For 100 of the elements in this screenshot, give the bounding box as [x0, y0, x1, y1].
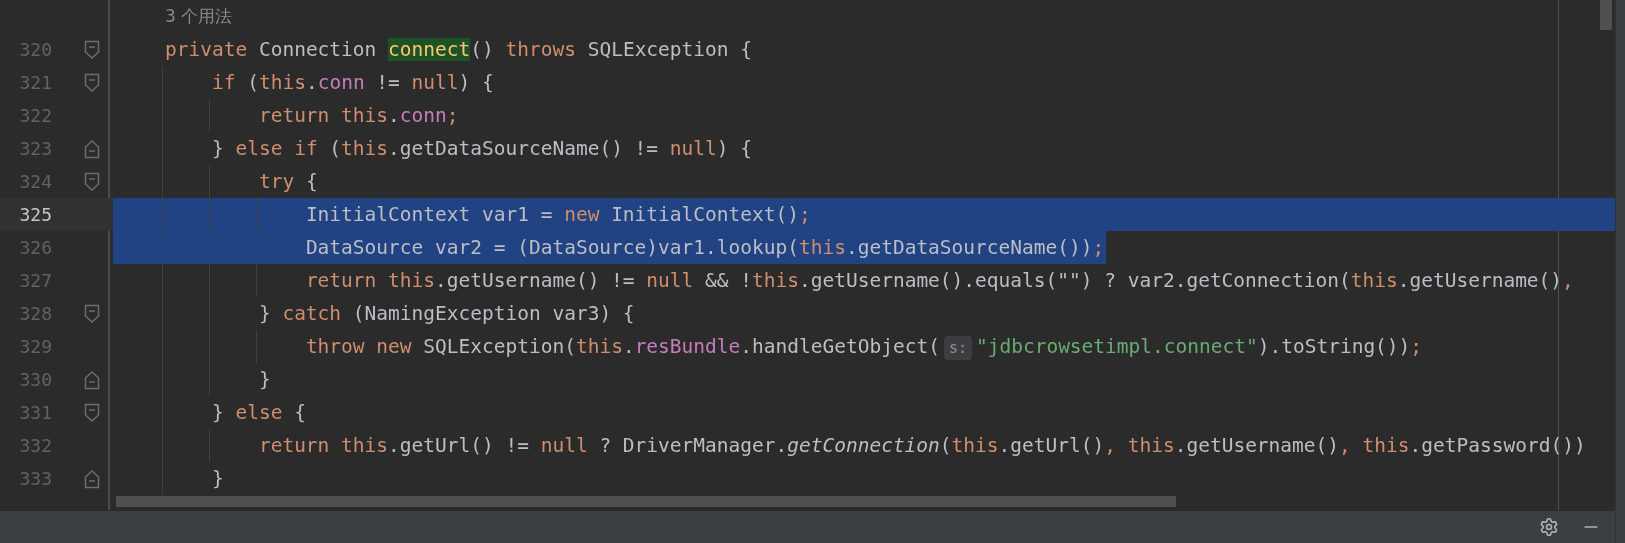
keyword: ;	[446, 104, 459, 127]
code-text: InitialContext()	[611, 203, 799, 226]
code-text: SQLException(	[423, 335, 576, 358]
keyword: return this	[305, 269, 435, 292]
code-text: }	[258, 302, 272, 325]
code-text: ) {	[716, 137, 753, 160]
fold-icon[interactable]	[84, 138, 100, 159]
code-text: }	[211, 467, 224, 490]
keyword: else if	[235, 137, 319, 160]
keyword: null	[646, 269, 695, 292]
code-text: .handleGetObject(	[740, 335, 940, 358]
code-text: ) {	[458, 71, 494, 94]
keyword: throws	[505, 38, 577, 61]
fold-icon[interactable]	[84, 39, 100, 60]
code-text: (	[329, 137, 342, 160]
fold-icon[interactable]	[84, 72, 100, 93]
code-text: InitialContext var1 =	[305, 203, 554, 226]
code-text: .	[305, 71, 318, 94]
keyword: return this	[258, 104, 389, 127]
keyword: null	[540, 434, 589, 457]
code-text: .getUsername() !=	[435, 269, 636, 292]
keyword: ;	[1092, 236, 1105, 259]
fold-icon[interactable]	[84, 468, 100, 489]
fold-icon[interactable]	[84, 402, 100, 423]
field-name: conn	[317, 71, 365, 94]
code-text: (	[247, 71, 259, 94]
fold-icon[interactable]	[84, 303, 100, 324]
line-number: 322	[18, 104, 52, 128]
line-number: 324	[18, 170, 52, 194]
code-text: .getUrl() !=	[388, 434, 530, 457]
parameter-hint: s:	[943, 335, 972, 360]
code-text: .getDataSourceName())	[845, 236, 1093, 259]
code-text: (	[939, 434, 952, 457]
keyword: this	[575, 335, 623, 358]
keyword: null	[411, 71, 459, 94]
string-literal: "jdbcrowsetimpl.connect"	[975, 335, 1258, 358]
usage-highlight: connect	[388, 38, 471, 61]
method-name: getConnection	[787, 434, 940, 457]
code-text: SQLException {	[587, 38, 753, 61]
line-number: 326	[18, 236, 52, 260]
line-number: 321	[18, 71, 52, 95]
keyword: throw new	[305, 335, 413, 358]
code-text: {	[294, 401, 306, 424]
fold-icon[interactable]	[84, 171, 100, 192]
horizontal-scrollbar[interactable]	[116, 496, 1176, 507]
keyword: ;	[1410, 335, 1423, 358]
fold-icon[interactable]	[84, 369, 100, 390]
code-text: .getUsername()	[1397, 269, 1563, 292]
code-text: && !	[705, 269, 752, 292]
keyword: catch	[282, 302, 343, 325]
line-number: 325	[18, 203, 52, 227]
code-text: .getUrl()	[998, 434, 1105, 457]
keyword: try	[258, 170, 296, 193]
keyword: this	[951, 434, 999, 457]
line-number: 330	[18, 368, 52, 392]
keyword: , this	[1339, 434, 1410, 457]
keyword: this	[341, 137, 389, 160]
field-name: resBundle	[634, 335, 741, 358]
vertical-scrollbar[interactable]	[1600, 0, 1612, 30]
line-number: 323	[18, 137, 52, 161]
keyword: this	[258, 71, 306, 94]
code-text: .	[388, 104, 400, 127]
keyword: private	[165, 38, 249, 61]
code-text: .getDataSourceName() !=	[388, 137, 660, 160]
code-text: ()	[470, 38, 495, 61]
keyword: null	[669, 137, 717, 160]
keyword: this	[1350, 269, 1398, 292]
usage-count-hint[interactable]: 3 个用法	[165, 3, 233, 30]
code-text: ).toString())	[1257, 335, 1411, 358]
line-number: 320	[18, 38, 52, 62]
keyword: ;	[798, 203, 811, 226]
code-text: }	[211, 137, 225, 160]
keyword: this	[752, 269, 799, 292]
code-text: .getUsername().equals("") ? var2.getConnection(	[799, 269, 1351, 292]
code-text: !=	[375, 71, 401, 94]
code-text: }	[211, 401, 225, 424]
line-number: 327	[18, 269, 52, 293]
code-text: .getUsername()	[1174, 434, 1340, 457]
code-text: Connection	[258, 38, 378, 61]
code-text: {	[305, 170, 318, 193]
code-text: }	[258, 368, 271, 391]
keyword: else	[235, 401, 284, 424]
line-number: 333	[18, 467, 52, 491]
code-text: ? DriverManager.	[599, 434, 788, 457]
keyword: , this	[1104, 434, 1175, 457]
keyword: this	[798, 236, 846, 259]
line-number: 329	[18, 335, 52, 359]
code-text: .getPassword())	[1409, 434, 1586, 457]
line-number: 328	[18, 302, 52, 326]
code-text: .	[622, 335, 635, 358]
line-number: 331	[18, 401, 52, 425]
keyword: return this	[258, 434, 389, 457]
settings-icon[interactable]	[1539, 517, 1559, 537]
code-text: (NamingException var3) {	[352, 302, 635, 325]
code-text: DataSource var2 = (DataSource)var1.lookup(	[305, 236, 799, 259]
line-number: 332	[18, 434, 52, 458]
keyword: new	[564, 203, 601, 226]
keyword: ,	[1562, 269, 1574, 292]
keyword: if	[211, 71, 237, 94]
field-name: conn	[399, 104, 447, 127]
